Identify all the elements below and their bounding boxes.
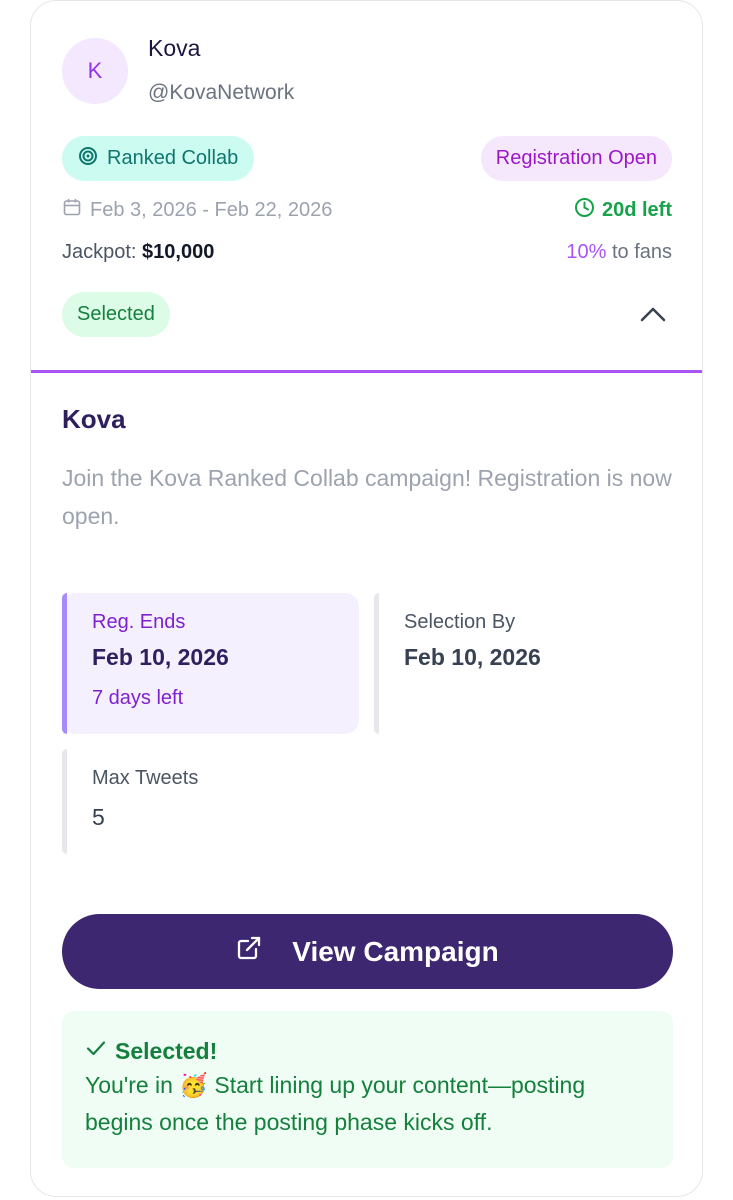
- reg-ends-days-left: 7 days left: [92, 687, 184, 709]
- clock-icon: [574, 197, 595, 224]
- campaign-type-label: Ranked Collab: [107, 147, 239, 169]
- accent-bar: [62, 749, 67, 854]
- creator-handle: @KovaNetwork: [148, 81, 295, 104]
- avatar: K: [62, 38, 128, 104]
- selection-by-value: Feb 10, 2026: [404, 644, 541, 670]
- selected-badge: Selected: [62, 292, 170, 337]
- campaign-card: K Kova @KovaNetwork Ranked Collab Regist…: [30, 0, 703, 1197]
- check-icon: [85, 1037, 107, 1065]
- selection-by-label: Selection By: [404, 611, 516, 633]
- creator-name: Kova: [148, 35, 201, 61]
- selection-by-card: Selection By Feb 10, 2026: [374, 593, 671, 734]
- notice-body: You're in 🥳 Start lining up your content…: [85, 1072, 586, 1135]
- view-campaign-label: View Campaign: [292, 935, 499, 967]
- collapse-toggle[interactable]: [638, 301, 668, 331]
- notice-title: Selected!: [115, 1037, 218, 1064]
- selected-label: Selected: [77, 303, 155, 325]
- fans-percent: 10%: [566, 241, 607, 263]
- max-tweets-card: Max Tweets 5: [62, 749, 359, 854]
- external-link-icon: [236, 935, 262, 968]
- section-divider: [31, 370, 702, 373]
- jackpot-value: $10,000: [142, 241, 215, 263]
- campaign-title: Kova: [62, 404, 126, 434]
- notice-title-row: Selected!: [85, 1037, 650, 1065]
- date-range-text: Feb 3, 2026 - Feb 22, 2026: [90, 198, 333, 221]
- campaign-type-badge: Ranked Collab: [62, 136, 255, 181]
- selection-notice: Selected! You're in 🥳 Start lining up yo…: [62, 1011, 673, 1168]
- date-range: Feb 3, 2026 - Feb 22, 2026: [62, 197, 332, 223]
- reg-ends-value: Feb 10, 2026: [92, 644, 229, 670]
- fans-suffix: to fans: [611, 241, 672, 263]
- time-left-text: 20d left: [601, 199, 672, 221]
- max-tweets-label: Max Tweets: [92, 767, 199, 789]
- accent-bar: [374, 593, 379, 734]
- reg-ends-card: Reg. Ends Feb 10, 2026 7 days left: [62, 593, 359, 734]
- time-left: 20d left: [574, 197, 672, 224]
- reg-ends-label: Reg. Ends: [92, 611, 186, 633]
- view-campaign-button[interactable]: View Campaign: [62, 914, 673, 989]
- jackpot-label: Jackpot:: [62, 241, 137, 263]
- status-badge: Registration Open: [480, 136, 672, 181]
- accent-bar: [62, 593, 67, 734]
- fans-share: 10% to fans: [566, 241, 672, 264]
- avatar-letter: K: [87, 58, 103, 83]
- max-tweets-value: 5: [92, 804, 105, 830]
- chevron-up-icon: [640, 306, 666, 327]
- jackpot: Jackpot: $10,000: [62, 241, 214, 264]
- target-icon: [78, 146, 98, 172]
- calendar-icon: [62, 197, 82, 223]
- campaign-description: Join the Kova Ranked Collab campaign! Re…: [62, 465, 672, 529]
- status-label: Registration Open: [495, 147, 657, 169]
